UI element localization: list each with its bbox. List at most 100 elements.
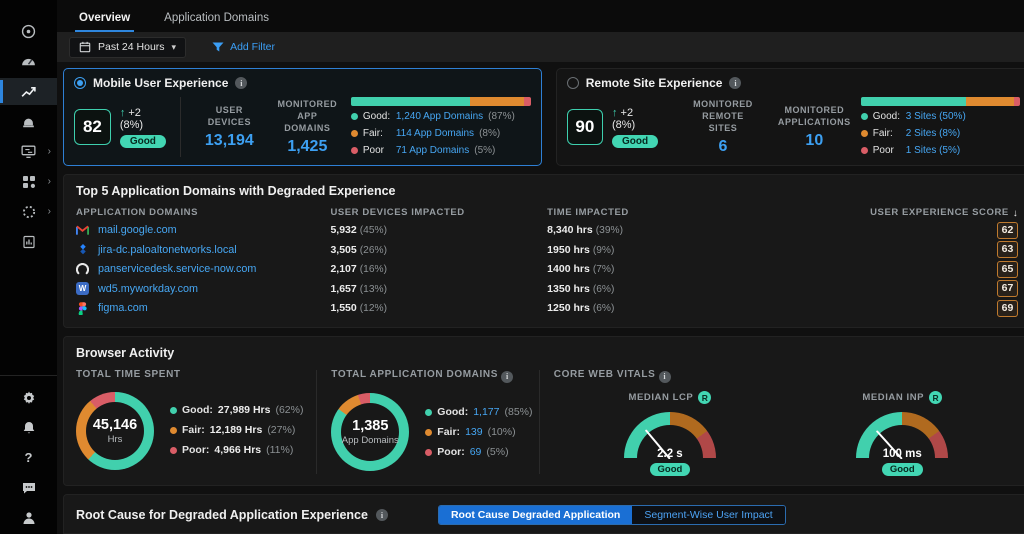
calendar-icon <box>79 41 91 53</box>
bell-icon <box>21 420 37 436</box>
chevron-right-icon: › <box>48 176 51 187</box>
monitored-applications-value[interactable]: 10 <box>778 132 851 150</box>
domain-link[interactable]: jira-dc.paloaltonetworks.local <box>98 244 237 256</box>
good-count-link[interactable]: 1,177 <box>473 406 499 419</box>
monitored-remote-sites-value[interactable]: 6 <box>688 138 758 156</box>
legend-row-poor: Poor 71 App Domains (5%) <box>351 144 531 157</box>
inp-status-badge: Good <box>882 463 923 476</box>
info-icon[interactable]: i <box>501 371 513 383</box>
remote-score-trend: ↑ +2 (8%) <box>612 107 658 131</box>
fair-dot <box>351 130 358 137</box>
col-application-domains[interactable]: APPLICATION DOMAINS <box>76 207 330 220</box>
chevron-right-icon: › <box>48 206 51 217</box>
sidebar-item-dashboard[interactable] <box>0 48 57 75</box>
trend-up-icon: ↑ <box>120 107 126 119</box>
help-icon: ? <box>25 450 33 465</box>
time-spent-donut: 45,146 Hrs <box>76 392 154 470</box>
sort-desc-icon[interactable]: ↓ <box>1013 207 1019 221</box>
legend-row-fair: Fair: 2 Sites (8%) <box>861 127 1021 140</box>
sidebar-item-apps[interactable]: › <box>0 168 57 195</box>
mobile-experience-radio[interactable] <box>74 77 86 89</box>
funnel-filter-icon <box>212 42 224 53</box>
remote-experience-radio[interactable] <box>567 77 579 89</box>
root-cause-toggle-group: Root Cause Degraded Application Segment-… <box>438 505 786 525</box>
sidebar-item-help[interactable]: ? <box>0 444 57 471</box>
domain-link[interactable]: mail.google.com <box>98 224 177 236</box>
adem-dashboard: › › › ? <box>0 0 1024 534</box>
tab-application-domains[interactable]: Application Domains <box>160 12 273 32</box>
remote-status-badge: Good <box>612 135 658 148</box>
mobile-user-experience-card: Mobile User Experience i 82 ↑ +2 (8%) Go… <box>63 68 542 166</box>
sidebar-item-user[interactable] <box>0 504 57 531</box>
info-icon[interactable]: i <box>376 509 388 521</box>
fair-sites-link[interactable]: 2 Sites (8%) <box>906 127 960 140</box>
good-dot <box>425 409 432 416</box>
info-icon[interactable]: i <box>659 371 671 383</box>
root-cause-degraded-app-button[interactable]: Root Cause Degraded Application <box>439 506 632 524</box>
monitored-applications-stat: MONITORED APPLICATIONS 10 <box>768 104 861 150</box>
figma-icon <box>76 302 89 315</box>
table-row: figma.com 1,550 (12%) 1250 hrs (6%) 69 <box>76 299 1018 319</box>
top5-title: Top 5 Application Domains with Degraded … <box>76 184 1018 198</box>
add-filter-label: Add Filter <box>230 41 275 53</box>
domain-link[interactable]: panservicedesk.service-now.com <box>98 263 256 275</box>
activity-trend-icon <box>20 83 37 100</box>
table-row: W wd5.myworkday.com 1,657 (13%) 1350 hrs… <box>76 279 1018 299</box>
legend-row-good: Good: 1,240 App Domains (87%) <box>351 110 531 123</box>
median-lcp-label: MEDIAN LCP <box>629 392 694 405</box>
sidebar-item-hub[interactable] <box>0 18 57 45</box>
dotted-gear-icon <box>21 204 37 220</box>
remote-site-experience-card: Remote Site Experience i 90 ↑ +2 (8%) Go… <box>556 68 1024 166</box>
sidebar-item-reports[interactable] <box>0 228 57 255</box>
total-app-domains-label: TOTAL APPLICATION DOMAINS i <box>331 369 513 380</box>
sidebar-item-monitor-active[interactable] <box>0 78 57 105</box>
jira-icon <box>76 243 89 256</box>
info-icon[interactable]: i <box>729 77 741 89</box>
good-domains-link[interactable]: 1,240 App Domains <box>396 110 483 123</box>
sidebar-item-devices[interactable]: › <box>0 138 57 165</box>
monitored-app-domains-value[interactable]: 1,425 <box>274 138 341 156</box>
poor-dot <box>425 449 432 456</box>
mobile-card-title: Mobile User Experience <box>93 76 228 90</box>
tab-overview[interactable]: Overview <box>75 12 134 32</box>
sidebar-item-alerts[interactable] <box>0 108 57 135</box>
time-spent-legend: Good:27,989 Hrs(62%) Fair:12,189 Hrs(27%… <box>170 404 303 457</box>
experience-score-chip: 67 <box>997 280 1019 297</box>
col-user-devices-impacted[interactable]: USER DEVICES IMPACTED <box>330 207 547 220</box>
fair-domains-link[interactable]: 114 App Domains <box>396 127 474 140</box>
col-user-experience-score[interactable]: USER EXPERIENCE SCORE↓ <box>849 207 1019 221</box>
info-icon[interactable]: i <box>235 77 247 89</box>
sidebar-item-settings-section[interactable]: › <box>0 198 57 225</box>
browser-activity-panel: Browser Activity TOTAL TIME SPENT 45,146… <box>63 336 1024 486</box>
domain-link[interactable]: wd5.myworkday.com <box>98 283 198 295</box>
remote-distribution: Good: 3 Sites (50%) Fair: 2 Sites (8%) P… <box>861 97 1021 157</box>
filter-bar: Past 24 Hours ▾ Add Filter <box>57 32 1024 62</box>
segment-wise-user-impact-button[interactable]: Segment-Wise User Impact <box>632 506 784 524</box>
mobile-score-trend: ↑ +2 (8%) <box>120 107 166 131</box>
experience-score-chip: 69 <box>997 300 1019 317</box>
legend-row-fair: Fair: 114 App Domains (8%) <box>351 127 531 140</box>
rum-badge-icon: R <box>929 391 942 404</box>
gmail-icon <box>76 224 89 237</box>
time-range-dropdown[interactable]: Past 24 Hours ▾ <box>69 37 186 58</box>
sidebar-item-notifications[interactable] <box>0 414 57 441</box>
user-icon <box>21 510 37 526</box>
col-time-impacted[interactable]: TIME IMPACTED <box>547 207 849 220</box>
poor-domains-link[interactable]: 71 App Domains <box>396 144 469 157</box>
report-doc-icon <box>21 234 37 250</box>
remote-experience-score: 90 <box>567 109 603 145</box>
user-devices-value[interactable]: 13,194 <box>205 132 254 150</box>
fair-count-link[interactable]: 139 <box>465 426 483 439</box>
domain-link[interactable]: figma.com <box>98 302 148 314</box>
sidebar-item-feedback[interactable] <box>0 474 57 501</box>
total-app-domains-section: TOTAL APPLICATION DOMAINS i 1,385 App Do… <box>317 368 538 476</box>
gear-icon <box>21 390 37 406</box>
good-sites-link[interactable]: 3 Sites (50%) <box>906 110 966 123</box>
poor-count-link[interactable]: 69 <box>470 446 482 459</box>
poor-sites-link[interactable]: 1 Sites (5%) <box>906 144 960 157</box>
siren-alert-icon <box>20 113 37 130</box>
add-filter-button[interactable]: Add Filter <box>212 41 275 53</box>
median-inp-gauge-block: MEDIAN INP R 100 ms Good <box>786 385 1018 476</box>
top5-degraded-panel: Top 5 Application Domains with Degraded … <box>63 174 1024 328</box>
sidebar-item-settings[interactable] <box>0 384 57 411</box>
